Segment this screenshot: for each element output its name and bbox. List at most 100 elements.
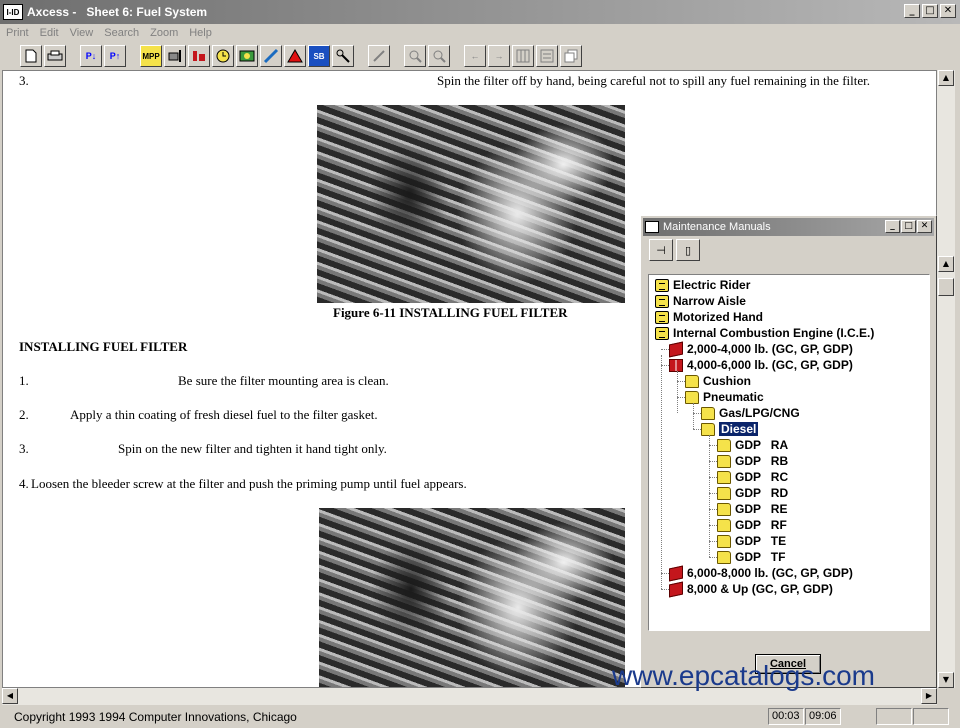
tree-node-label: Internal Combustion Engine (I.C.E.) [673,326,875,340]
minimize-button[interactable]: _ [904,4,920,18]
pin-icon[interactable]: ⊣ [649,239,673,261]
tree-node-label: GDP RF [735,518,787,532]
tree-node-cushion[interactable]: Cushion [685,373,751,389]
dialog-close-button[interactable]: ✕ [917,220,932,233]
menu-search[interactable]: Search [104,27,139,39]
close-button[interactable]: ✕ [940,4,956,18]
map-icon[interactable] [236,45,258,67]
tree-node-label: GDP RB [735,454,789,468]
zoom-out-icon[interactable] [428,45,450,67]
watermark: www.epcatalogs.com [612,660,876,691]
pencil-icon[interactable] [368,45,390,67]
doc-icon [655,310,669,324]
folder-icon [685,390,699,404]
tree-connector [709,445,717,446]
page-counter: 00:03 [768,708,804,725]
step-text: Be sure the filter mounting area is clea… [178,373,389,388]
dialog-scroll-up-button[interactable]: ▲ [938,256,954,272]
tree-node-gas-lpg-cng[interactable]: Gas/LPG/CNG [701,405,800,421]
parts-icon[interactable] [188,45,210,67]
page-icon[interactable]: ▯ [676,239,700,261]
clock-icon[interactable] [212,45,234,67]
window-title: Axcess - Sheet 6: Fuel System [27,5,208,19]
warning-icon[interactable] [284,45,306,67]
tools-icon[interactable] [260,45,282,67]
tree-node-gdp-rf[interactable]: GDP RF [717,517,787,533]
folder-icon [717,502,731,516]
tree-node-2-000-4-000-lb-gc-gp-gdp[interactable]: 2,000-4,000 lb. (GC, GP, GDP) [669,341,853,357]
page-down-button[interactable]: P↓ [80,45,102,67]
tree-node-gdp-re[interactable]: GDP RE [717,501,787,517]
tree-connector [693,413,701,414]
table-icon[interactable] [512,45,534,67]
title-bar: I-ID Axcess - Sheet 6: Fuel System _ □ ✕ [0,0,960,24]
page-up-button[interactable]: P↑ [104,45,126,67]
tree-node-gdp-tf[interactable]: GDP TF [717,549,785,565]
menu-zoom[interactable]: Zoom [150,27,178,39]
new-page-icon[interactable] [20,45,42,67]
forklift-icon[interactable] [164,45,186,67]
dialog-minimize-button[interactable]: _ [885,220,900,233]
tree-node-4-000-6-000-lb-gc-gp-gdp[interactable]: 4,000-6,000 lb. (GC, GP, GDP) [669,357,853,373]
tree-node-label: GDP RD [735,486,789,500]
maximize-button[interactable]: □ [922,4,938,18]
tree-connector [661,589,669,590]
folder-icon [717,470,731,484]
tree-node-motorized-hand[interactable]: Motorized Hand [655,309,763,325]
pages-icon[interactable] [560,45,582,67]
status-panel [876,708,912,725]
scroll-down-button[interactable]: ▼ [938,672,954,688]
forward-arrow-button[interactable]: → [488,45,510,67]
back-arrow-button[interactable]: ← [464,45,486,67]
step-number: 2. [19,407,29,422]
tree-node-pneumatic[interactable]: Pneumatic [685,389,764,405]
tree-node-electric-rider[interactable]: Electric Rider [655,277,750,293]
step-number: 1. [19,373,29,388]
scroll-up-button[interactable]: ▲ [938,70,954,86]
tree-node-label: 8,000 & Up (GC, GP, GDP) [687,582,833,596]
fuel-filter-install-photo [319,508,625,687]
service-bulletin-button[interactable]: SB [308,45,330,67]
vertical-scrollbar[interactable]: ▲ ▼ [937,70,955,688]
tree-node-gdp-ra[interactable]: GDP RA [717,437,788,453]
doc-icon [655,278,669,292]
tree-connector [709,557,717,558]
zoom-in-icon[interactable] [404,45,426,67]
key-icon[interactable] [332,45,354,67]
menu-print[interactable]: Print [6,27,29,39]
tree-node-gdp-rb[interactable]: GDP RB [717,453,788,469]
tree-node-narrow-aisle[interactable]: Narrow Aisle [655,293,746,309]
menu-view[interactable]: View [70,27,94,39]
mpp-button[interactable]: MPP [140,45,162,67]
dialog-maximize-button[interactable]: □ [901,220,916,233]
tree-node-gdp-rc[interactable]: GDP RC [717,469,788,485]
tree-node-label: Pneumatic [703,390,764,404]
menu-edit[interactable]: Edit [40,27,59,39]
tree-node-label: GDP TE [735,534,787,548]
folder-icon [717,518,731,532]
menu-help[interactable]: Help [189,27,212,39]
folder-icon [701,422,715,436]
tree-node-gdp-te[interactable]: GDP TE [717,533,786,549]
step-text: Spin the filter off by hand, being caref… [437,73,870,88]
tree-node-8-000-up-gc-gp-gdp[interactable]: 8,000 & Up (GC, GP, GDP) [669,581,833,597]
tree-node-internal-combustion-engine-i-c-e[interactable]: Internal Combustion Engine (I.C.E.) [655,325,874,341]
dialog-title: Maintenance Manuals [663,221,771,233]
tree-node-label: GDP TF [735,550,786,564]
tree-node-label: 2,000-4,000 lb. (GC, GP, GDP) [687,342,853,356]
doc-icon [655,294,669,308]
tree-node-6-000-8-000-lb-gc-gp-gdp[interactable]: 6,000-8,000 lb. (GC, GP, GDP) [669,565,853,581]
dialog-title-bar: Maintenance Manuals _ □ ✕ [643,218,934,236]
folder-icon [717,486,731,500]
scroll-right-button[interactable]: ▶ [921,688,937,704]
scroll-thumb[interactable] [938,278,954,296]
book-icon [669,581,683,597]
scroll-left-button[interactable]: ◀ [2,688,18,704]
print-icon[interactable] [44,45,66,67]
list-icon[interactable] [536,45,558,67]
tree-connector [709,477,717,478]
tree-node-label: GDP RA [735,438,789,452]
manuals-tree[interactable]: Electric Rider Narrow Aisle Motorized Hand… [648,274,930,631]
tree-node-gdp-rd[interactable]: GDP RD [717,485,788,501]
tree-connector [677,371,678,413]
